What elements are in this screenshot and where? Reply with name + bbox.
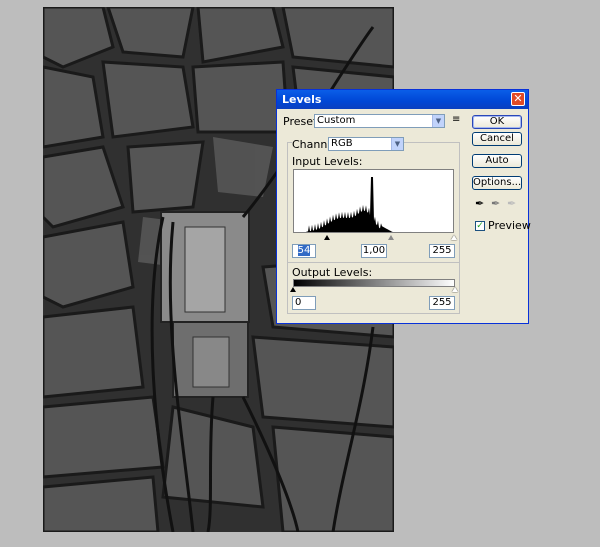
output-black-slider[interactable] [290, 287, 296, 292]
input-gamma-slider[interactable] [387, 235, 394, 240]
output-gradient-bar [293, 279, 455, 287]
ok-button[interactable]: OK [472, 115, 522, 129]
chevron-down-icon: ▼ [432, 115, 444, 127]
input-gamma-field[interactable]: 1,00 [361, 244, 387, 258]
output-levels-label: Output Levels: [292, 266, 373, 279]
dialog-titlebar[interactable]: Levels ✕ [277, 90, 528, 109]
output-black-value: 0 [295, 297, 302, 308]
options-label: Options... [473, 177, 522, 188]
input-white-field[interactable]: 255 [429, 244, 455, 258]
output-white-field[interactable]: 255 [429, 296, 455, 310]
input-white-value: 255 [432, 245, 452, 256]
histogram-graph [294, 177, 453, 232]
channel-value: RGB [331, 138, 353, 149]
input-gamma-value: 1,00 [362, 245, 386, 256]
input-white-slider[interactable] [451, 235, 457, 240]
output-white-slider[interactable] [452, 287, 458, 292]
preset-menu-icon[interactable]: ≡ [452, 114, 460, 125]
cancel-label: Cancel [480, 133, 514, 144]
black-eyedropper-icon[interactable]: ✒ [475, 197, 484, 210]
levels-dialog: Levels ✕ Preset: Custom ▼ ≡ Channel: RGB… [276, 89, 531, 324]
preview-label: Preview [488, 219, 531, 232]
input-black-field[interactable]: 54 [292, 244, 316, 258]
histogram [293, 169, 454, 233]
white-eyedropper-icon[interactable]: ✒ [507, 197, 516, 210]
divider [288, 262, 459, 263]
options-button[interactable]: Options... [472, 176, 522, 190]
gray-eyedropper-icon[interactable]: ✒ [491, 197, 500, 210]
preset-value: Custom [317, 115, 356, 126]
input-black-slider[interactable] [324, 235, 331, 240]
preset-dropdown[interactable]: Custom ▼ [314, 114, 445, 128]
output-white-value: 255 [432, 297, 452, 308]
auto-label: Auto [485, 155, 509, 166]
close-icon: ✕ [513, 92, 523, 105]
input-black-value: 54 [297, 245, 311, 256]
output-black-field[interactable]: 0 [292, 296, 316, 310]
dialog-title: Levels [282, 93, 322, 106]
channel-dropdown[interactable]: RGB ▼ [328, 137, 404, 151]
ok-label: OK [489, 116, 505, 127]
auto-button[interactable]: Auto [472, 154, 522, 168]
close-button[interactable]: ✕ [511, 92, 525, 106]
chevron-down-icon: ▼ [391, 138, 403, 150]
cancel-button[interactable]: Cancel [472, 132, 522, 146]
preview-checkbox[interactable]: ✓ [475, 221, 485, 231]
checkmark-icon: ✓ [476, 221, 484, 231]
input-levels-label: Input Levels: [292, 155, 363, 168]
